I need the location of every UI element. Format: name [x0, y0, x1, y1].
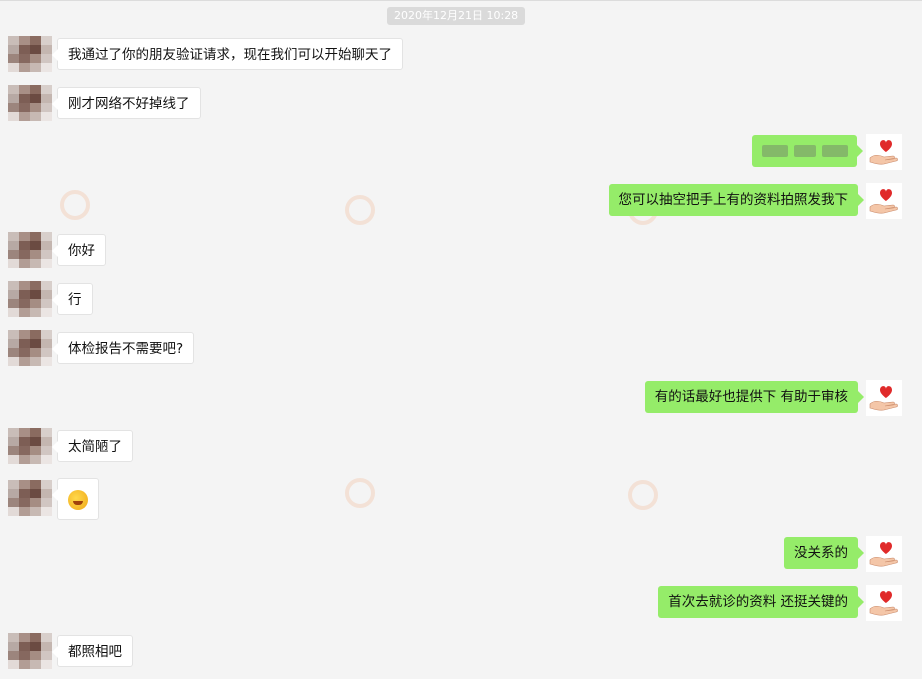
message-bubble[interactable]: 有的话最好也提供下 有助于审核 — [644, 381, 865, 413]
user-avatar[interactable] — [866, 585, 902, 621]
message-bubble[interactable]: 刚才网络不好掉线了 — [52, 87, 201, 119]
message-bubble[interactable]: 您可以抽空把手上有的资料拍照发我下 — [608, 184, 864, 216]
heart-hand-icon — [869, 189, 898, 214]
heart-hand-icon — [869, 140, 898, 165]
contact-avatar[interactable] — [8, 232, 52, 268]
message-bubble[interactable] — [52, 478, 99, 520]
user-avatar[interactable] — [866, 183, 902, 219]
contact-avatar[interactable] — [8, 36, 52, 72]
message-bubble[interactable]: 你好 — [52, 234, 106, 266]
contact-avatar[interactable] — [8, 281, 52, 317]
top-divider — [0, 0, 922, 1]
contact-avatar[interactable] — [8, 633, 52, 669]
user-avatar[interactable] — [866, 380, 902, 416]
heart-hand-icon — [869, 542, 898, 567]
contact-avatar[interactable] — [8, 428, 52, 464]
message-bubble[interactable]: 体检报告不需要吧? — [51, 332, 195, 364]
contact-avatar[interactable] — [8, 85, 52, 121]
contact-avatar[interactable] — [8, 330, 52, 366]
message-bubble[interactable]: 我通过了你的朋友验证请求，现在我们可以开始聊天了 — [52, 38, 403, 70]
heart-hand-icon — [869, 386, 898, 411]
laughing-emoji-icon — [68, 490, 88, 510]
heart-hand-icon — [869, 591, 898, 616]
user-avatar[interactable] — [866, 134, 902, 170]
message-bubble[interactable] — [752, 135, 863, 167]
message-bubble[interactable]: 行 — [52, 283, 93, 315]
message-bubble[interactable]: 太简陋了 — [52, 430, 133, 462]
contact-avatar[interactable] — [8, 480, 52, 516]
user-avatar[interactable] — [866, 536, 902, 572]
blurred-content — [762, 135, 848, 167]
message-bubble[interactable]: 没关系的 — [784, 537, 864, 569]
chat-timestamp: 2020年12月21日 10:28 — [387, 7, 526, 25]
message-bubble[interactable]: 首次去就诊的资料 还挺关键的 — [658, 586, 864, 618]
message-bubble[interactable]: 都照相吧 — [52, 635, 133, 667]
